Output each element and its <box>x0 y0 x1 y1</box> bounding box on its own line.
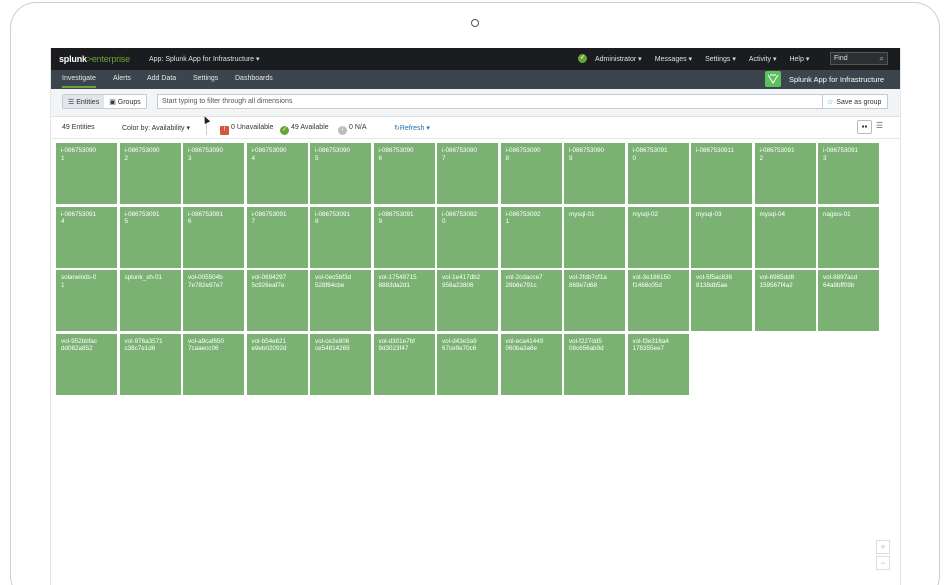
entity-tile[interactable]: vol-17549715 8883da2d1 <box>373 270 435 331</box>
entity-tile[interactable]: i-086753090 2 <box>119 143 181 204</box>
available-icon: ✓ <box>280 126 289 135</box>
entity-tile[interactable]: vol-a9caf650 7caaecc06 <box>183 333 244 395</box>
nav-investigate[interactable]: Investigate <box>62 75 96 88</box>
groups-icon: ▣ <box>109 99 116 106</box>
entity-tile[interactable]: vol-f227dd5 08c656ab9d <box>564 333 625 395</box>
grid-icon: ▪▪ <box>861 122 868 131</box>
help-menu[interactable]: Help ▾ <box>789 55 809 63</box>
entity-tile[interactable]: i-086753091 6 <box>183 206 244 268</box>
entity-tile[interactable]: i-086753091 4 <box>56 206 117 268</box>
unavailable-icon: ! <box>220 126 229 135</box>
entities-tab[interactable]: ☰ Entities <box>63 95 105 108</box>
entity-tile[interactable]: i-086753090 1 <box>56 143 117 204</box>
entity-tile[interactable]: vol-0ec5bf3d 528f64cbe <box>310 270 371 331</box>
entity-tile[interactable]: i-086753091 3 <box>818 143 879 204</box>
entity-tile[interactable]: vol-1e417db2 956a23806 <box>437 270 498 331</box>
app-menu[interactable]: App: Splunk App for Infrastructure ▾ <box>149 55 260 63</box>
entity-tile[interactable]: i-086753092 1 <box>500 206 562 268</box>
nav-dashboards[interactable]: Dashboards <box>235 75 273 82</box>
entity-tile[interactable]: i-086753090 9 <box>564 143 625 204</box>
entity-tile[interactable]: i-086753090 4 <box>246 143 308 204</box>
list-view-icon: ☰ <box>876 121 884 130</box>
entity-tile[interactable]: solarwinds-0 1 <box>56 270 117 331</box>
dimension-filter-input[interactable]: Start typing to filter through all dimen… <box>157 94 888 109</box>
list-icon: ☰ <box>68 99 75 106</box>
entity-tile[interactable]: mysql-02 <box>627 206 689 268</box>
entity-tile[interactable]: splunk_sh-01 <box>119 270 181 331</box>
entity-tile[interactable]: nagios-01 <box>818 206 879 268</box>
entity-tile[interactable]: vol-2fdb7cf1a 869e7d68 <box>564 270 625 331</box>
na-filter[interactable]: i0 N/A <box>338 124 367 135</box>
app-title: Splunk App for Infrastructure <box>789 75 885 84</box>
nav-settings[interactable]: Settings <box>193 75 218 82</box>
entity-tile[interactable]: vol-005504b 7e782e97e7 <box>183 270 244 331</box>
entity-tile[interactable]: vol-0694297 5c926eaf7e <box>246 270 308 331</box>
save-as-group-button[interactable]: ☆ Save as group <box>822 94 888 109</box>
entity-tile[interactable]: i-086753092 0 <box>437 206 498 268</box>
refresh-button[interactable]: ↻Refresh ▾ <box>394 124 430 132</box>
entity-tile[interactable]: vol-6985dd8 159567f4a2 <box>754 270 816 331</box>
entity-tile[interactable]: i-086753091 9 <box>373 206 435 268</box>
entity-tile[interactable]: i-086753091 2 <box>754 143 816 204</box>
entity-tile[interactable]: i-086753090 3 <box>183 143 244 204</box>
nav-alerts[interactable]: Alerts <box>113 75 131 82</box>
settings-menu[interactable]: Settings ▾ <box>705 55 736 63</box>
entity-tile[interactable]: vol-ce2e806 ce54814269 <box>310 333 371 395</box>
entity-count: 49 Entities <box>62 124 95 131</box>
entity-tile[interactable]: vol-b54e621 e9eb02092d <box>246 333 308 395</box>
zoom-out-button[interactable]: − <box>876 556 890 570</box>
search-icon: ⌕ <box>879 54 884 63</box>
view-type-toggle: ☰ Entities ▣ Groups <box>62 94 147 109</box>
zoom-in-button[interactable]: + <box>876 540 890 554</box>
divider <box>206 122 207 135</box>
star-icon: ☆ <box>827 99 834 106</box>
entity-tile[interactable]: vol-952bbfac dd082a852 <box>56 333 117 395</box>
camera-icon <box>471 19 479 27</box>
entity-tile[interactable]: i-086753090 8 <box>500 143 562 204</box>
entity-tile[interactable]: i-086753090 7 <box>437 143 498 204</box>
nav-add-data[interactable]: Add Data <box>147 75 176 82</box>
zoom-controls: + − <box>876 540 890 572</box>
entity-tile[interactable]: vol-976a3571 c38c7e1d6 <box>119 333 181 395</box>
find-input[interactable]: Find ⌕ <box>830 52 888 65</box>
entity-tile[interactable]: vol-d43e3a9 67ce9e70c6 <box>437 333 498 395</box>
user-menu[interactable]: Administrator ▾ <box>595 55 642 63</box>
app-bar: Investigate Alerts Add Data Settings Das… <box>51 70 900 89</box>
entity-tile[interactable]: i-086753091 8 <box>310 206 371 268</box>
entity-tile[interactable]: i-086753090 6 <box>373 143 435 204</box>
summary-bar: 49 Entities Color by: Availability ▾ ! 0 … <box>51 117 900 139</box>
entity-tile[interactable]: i-086753090 5 <box>310 143 371 204</box>
entity-tile[interactable]: vol-3e186150 f1468c05d <box>627 270 689 331</box>
activity-menu[interactable]: Activity ▾ <box>749 55 777 63</box>
entity-tile[interactable]: vol-eca41449 060ba3a6e <box>500 333 562 395</box>
entity-tile[interactable]: vol-5f5ac836 8138db5ae <box>691 270 752 331</box>
entity-tile[interactable]: mysql-04 <box>754 206 816 268</box>
tile-view-button[interactable]: ▪▪ <box>857 120 872 134</box>
entity-tile[interactable]: i-0867530911 <box>691 143 752 204</box>
screen: splunk>enterprise App: Splunk App for In… <box>50 48 901 585</box>
entity-tile[interactable]: mysql-03 <box>691 206 752 268</box>
entity-tile[interactable]: i-086753091 7 <box>246 206 308 268</box>
filter-bar: ☰ Entities ▣ Groups Start typing to filt… <box>51 89 900 117</box>
groups-tab[interactable]: ▣ Groups <box>104 95 146 108</box>
splunk-logo[interactable]: splunk>enterprise <box>59 54 130 64</box>
na-icon: i <box>338 126 347 135</box>
entity-tile[interactable]: vol-2cdacce7 28b6e791c <box>500 270 562 331</box>
app-logo-icon <box>765 71 781 87</box>
color-by-dropdown[interactable]: Color by: Availability ▾ <box>122 124 190 132</box>
messages-menu[interactable]: Messages ▾ <box>655 55 692 63</box>
entity-tile[interactable]: mysql-01 <box>564 206 625 268</box>
entity-tile[interactable]: vol-8897acd 64a8bff09b <box>818 270 879 331</box>
entity-tile-grid: i-086753090 1 i-086753090 2 i-086753090 3i… <box>56 143 881 395</box>
list-view-button[interactable]: ☰ <box>876 121 883 130</box>
top-navbar: splunk>enterprise App: Splunk App for In… <box>51 48 900 70</box>
entity-tile[interactable]: i-086753091 5 <box>119 206 181 268</box>
unavailable-filter[interactable]: ! 0 Unavailable <box>220 124 273 135</box>
entity-tile[interactable]: vol-f3e316a4 178355ee7 <box>627 333 689 395</box>
entity-tile[interactable]: i-086753091 0 <box>627 143 689 204</box>
available-filter[interactable]: ✓ 49 Available <box>280 124 329 135</box>
entity-tile[interactable]: vol-d301e7bf 9d3023f47 <box>373 333 435 395</box>
